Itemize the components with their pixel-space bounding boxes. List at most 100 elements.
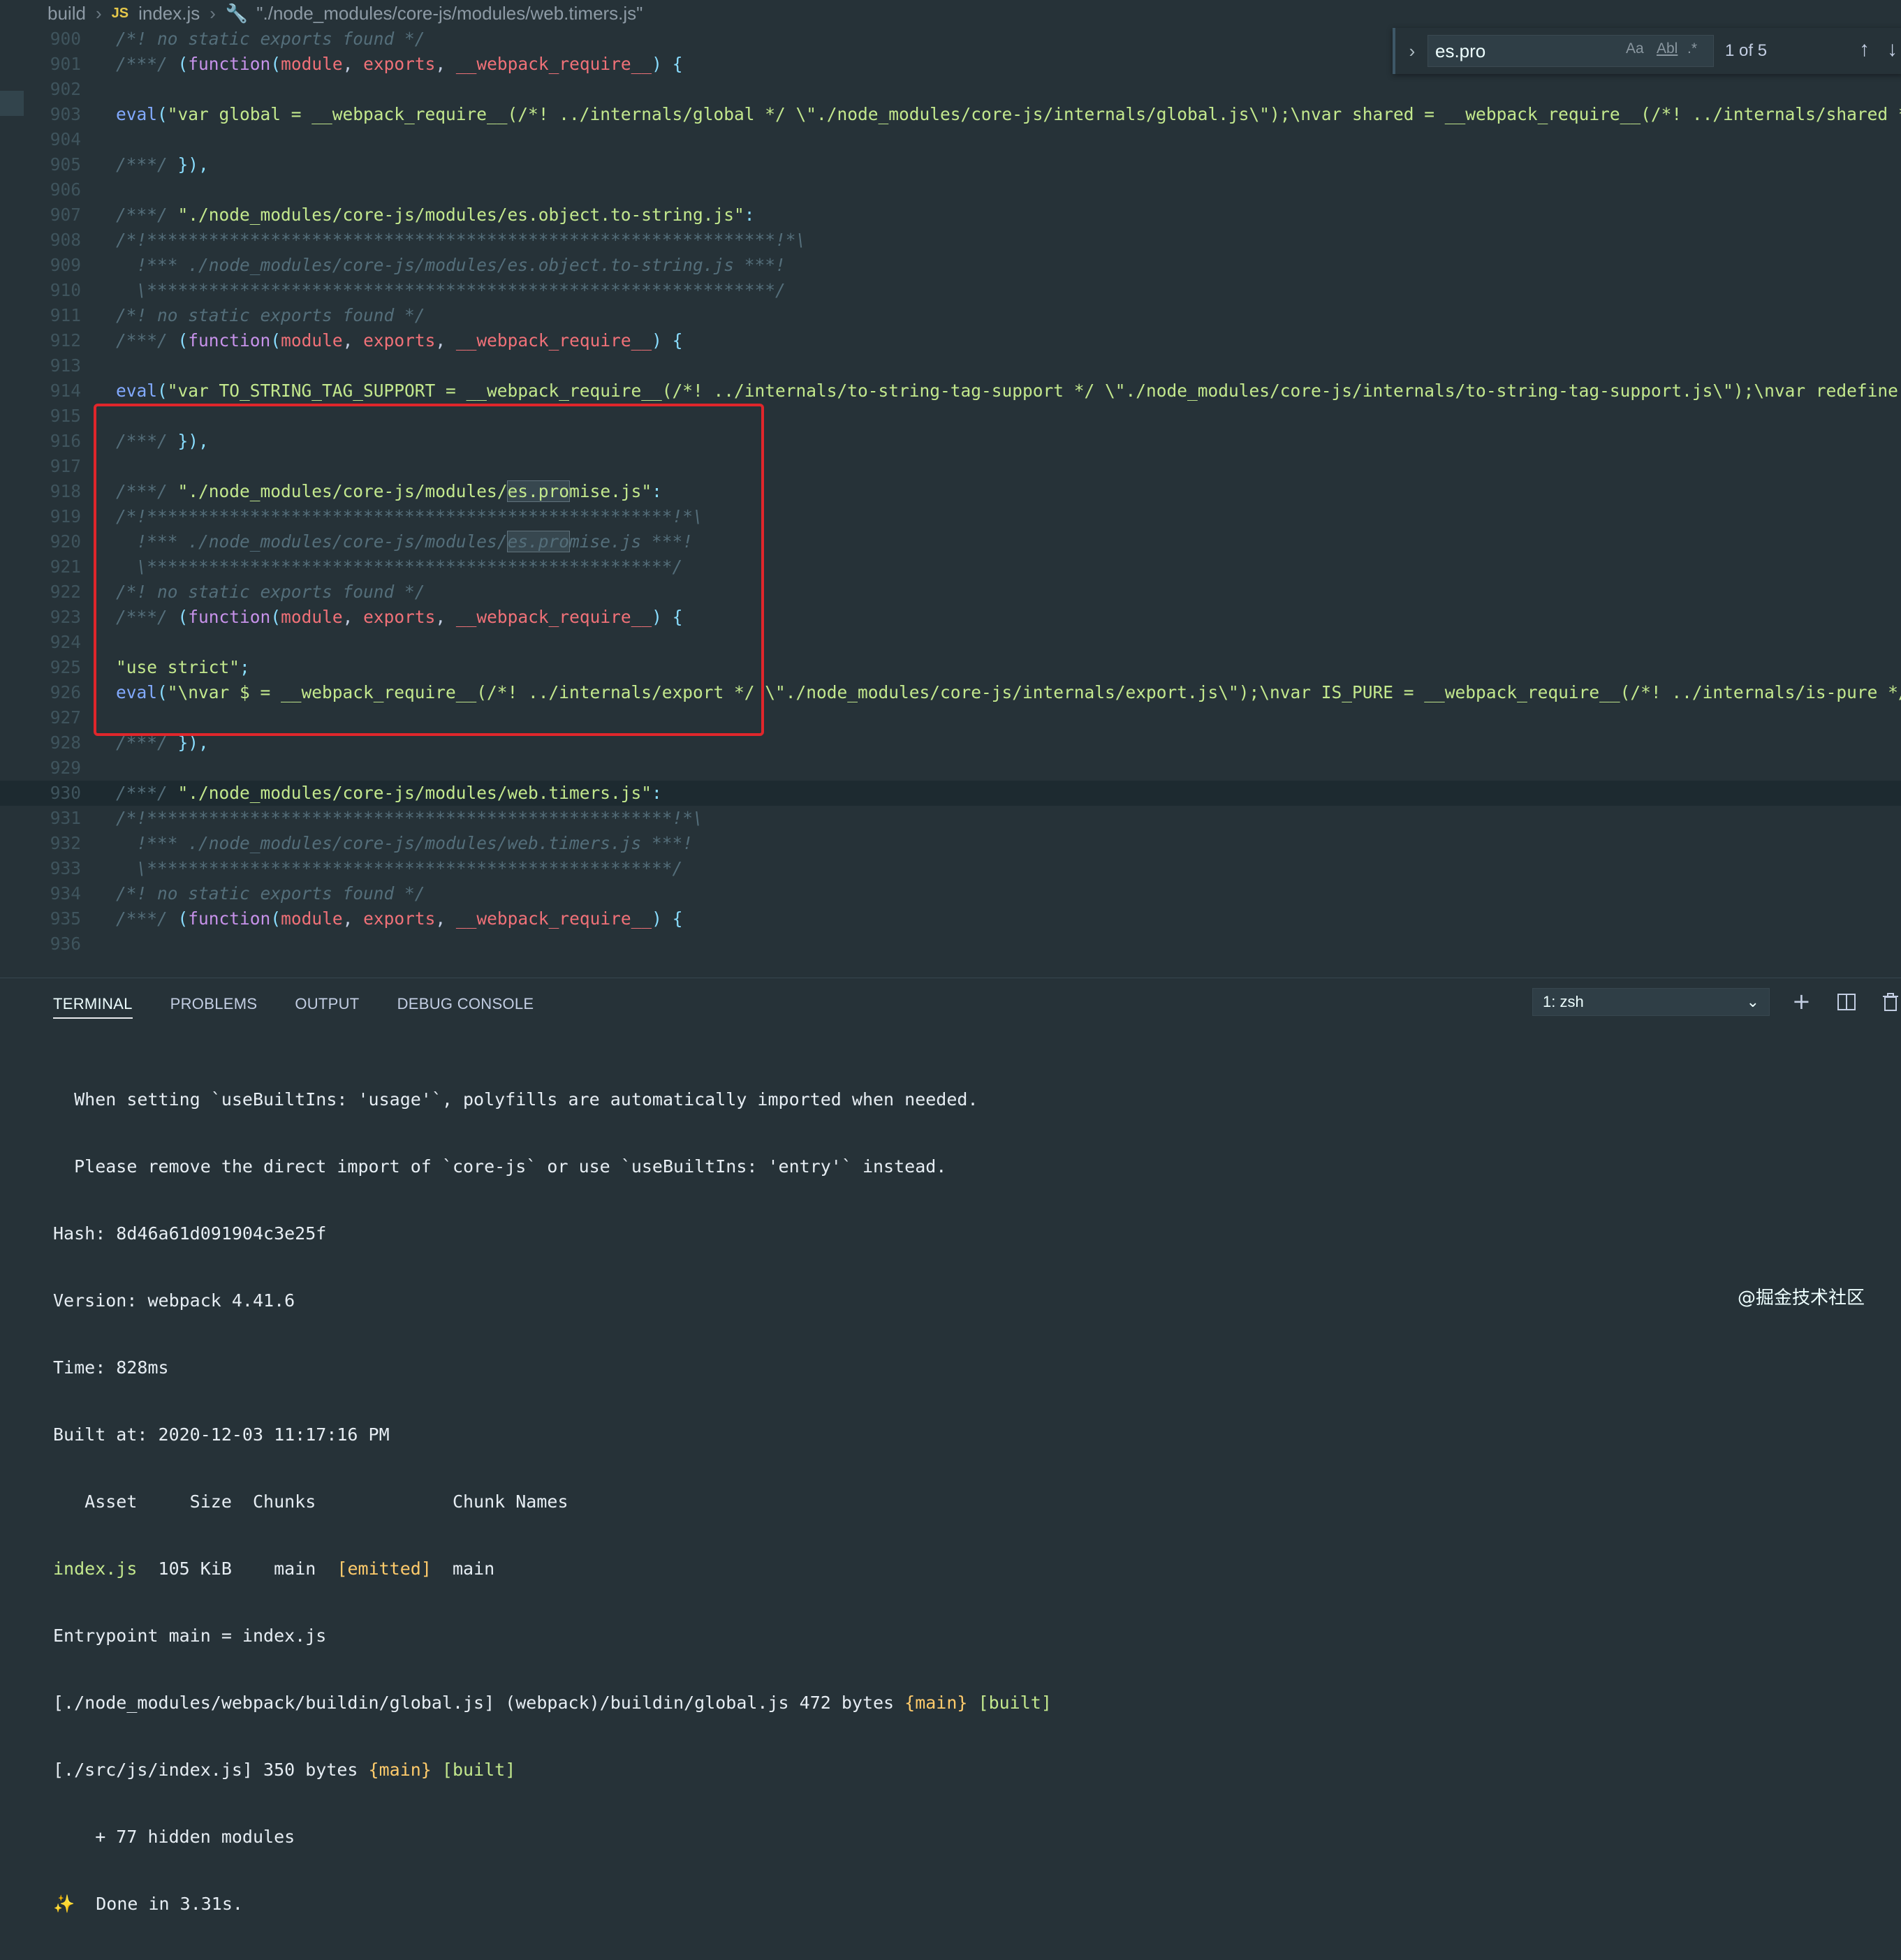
- line-number: 910: [50, 280, 81, 300]
- line-code: /***/ "./node_modules/core-js/modules/es…: [116, 480, 662, 502]
- tab-problems[interactable]: PROBLEMS: [170, 995, 258, 1019]
- split-icon[interactable]: [1837, 991, 1856, 1017]
- code-line[interactable]: 930 /***/ "./node_modules/core-js/modules…: [0, 781, 1901, 806]
- code-line[interactable]: 904: [0, 127, 1901, 152]
- js-file-icon: JS: [111, 5, 129, 21]
- terminal-shell-select[interactable]: 1: zsh ⌄: [1532, 988, 1770, 1016]
- code-line[interactable]: 933 \***********************************…: [0, 856, 1901, 881]
- built-chunk: {main}: [368, 1760, 432, 1780]
- code-line[interactable]: 931 /*!**********************************…: [0, 806, 1901, 831]
- line-code: eval("var TO_STRING_TAG_SUPPORT = __webp…: [116, 381, 1901, 401]
- code-line[interactable]: 915: [0, 404, 1901, 429]
- arrow-up-icon[interactable]: ↑: [1859, 38, 1870, 61]
- line-code: !*** ./node_modules/core-js/modules/web.…: [116, 833, 693, 853]
- code-line[interactable]: 911 /*! no static exports found */: [0, 303, 1901, 328]
- code-line[interactable]: 910 \***********************************…: [0, 278, 1901, 303]
- code-line[interactable]: 929: [0, 756, 1901, 781]
- tab-output[interactable]: OUTPUT: [295, 995, 359, 1019]
- line-code: /***/ }),: [116, 154, 209, 175]
- line-number: 925: [50, 657, 81, 677]
- line-code: /***/ }),: [116, 431, 209, 451]
- code-line[interactable]: 928 /***/ }),: [0, 730, 1901, 756]
- built-line: [./node_modules/webpack/buildin/global.j…: [53, 1692, 1052, 1714]
- terminal-line: Please remove the direct import of `core…: [53, 1156, 947, 1177]
- find-widget: › Aa Abl .* 1 of 5 ↑ ↓: [1393, 28, 1901, 74]
- code-line[interactable]: 926 eval("\nvar $ = __webpack_require__(/…: [0, 680, 1901, 705]
- chevron-right-icon: ›: [95, 2, 102, 24]
- code-line[interactable]: 905 /***/ }),: [0, 152, 1901, 177]
- line-code: eval("\nvar $ = __webpack_require__(/*! …: [116, 682, 1901, 702]
- code-line[interactable]: 902: [0, 77, 1901, 102]
- done-text: Done in 3.31s.: [75, 1894, 243, 1914]
- line-number: 906: [50, 179, 81, 200]
- code-line[interactable]: 920 !*** ./node_modules/core-js/modules/…: [0, 529, 1901, 554]
- code-editor[interactable]: 900 /*! no static exports found */ 901 /***…: [0, 27, 1901, 978]
- terminal-output[interactable]: When setting `useBuiltIns: 'usage'`, pol…: [53, 1044, 1052, 1960]
- code-line[interactable]: 936: [0, 931, 1901, 957]
- terminal-line: Time: 828ms: [53, 1357, 169, 1378]
- code-line[interactable]: 912 /***/ (function(module, exports, __we…: [0, 328, 1901, 353]
- code-line[interactable]: 916 /***/ }),: [0, 429, 1901, 454]
- line-code: /*! no static exports found */: [116, 883, 425, 904]
- terminal-line: Asset Size Chunks Chunk Names: [53, 1491, 568, 1512]
- plus-icon[interactable]: +: [1792, 988, 1811, 1015]
- trash-icon[interactable]: [1881, 991, 1900, 1017]
- panel-tabs: TERMINAL PROBLEMS OUTPUT DEBUG CONSOLE: [53, 995, 571, 1019]
- match-case-toggle[interactable]: Aa: [1626, 40, 1644, 57]
- code-line[interactable]: 925 "use strict";: [0, 655, 1901, 680]
- code-line[interactable]: 914 eval("var TO_STRING_TAG_SUPPORT = __w…: [0, 378, 1901, 404]
- terminal-line: + 77 hidden modules: [53, 1827, 295, 1847]
- tab-debug-console[interactable]: DEBUG CONSOLE: [397, 995, 534, 1019]
- arrow-down-icon[interactable]: ↓: [1887, 38, 1898, 61]
- line-number: 902: [50, 79, 81, 99]
- terminal-line: Entrypoint main = index.js: [53, 1626, 327, 1646]
- watermark: @掘金技术社区: [1738, 1288, 1865, 1309]
- code-line[interactable]: 932 !*** ./node_modules/core-js/modules/…: [0, 831, 1901, 856]
- line-code: /*! no static exports found */: [116, 582, 425, 602]
- chevron-right-icon[interactable]: ›: [1401, 40, 1423, 62]
- code-line[interactable]: 903 eval("var global = __webpack_require_…: [0, 102, 1901, 127]
- code-line[interactable]: 921 \***********************************…: [0, 554, 1901, 580]
- line-number: 929: [50, 758, 81, 778]
- line-number: 917: [50, 456, 81, 476]
- code-line[interactable]: 927: [0, 705, 1901, 730]
- line-code: /***/ "./node_modules/core-js/modules/we…: [116, 783, 662, 803]
- whole-word-toggle[interactable]: Abl: [1657, 40, 1678, 57]
- line-number: 915: [50, 406, 81, 426]
- line-number: 918: [50, 481, 81, 501]
- line-number: 907: [50, 205, 81, 225]
- code-line[interactable]: 906: [0, 177, 1901, 202]
- code-line[interactable]: 908 /*!**********************************…: [0, 228, 1901, 253]
- code-line[interactable]: 923 /***/ (function(module, exports, __we…: [0, 605, 1901, 630]
- code-line[interactable]: 934 /*! no static exports found */: [0, 881, 1901, 906]
- line-number: 924: [50, 632, 81, 652]
- chevron-right-icon: ›: [210, 2, 216, 24]
- code-line[interactable]: 913: [0, 353, 1901, 378]
- code-line[interactable]: 922 /*! no static exports found */: [0, 580, 1901, 605]
- code-line[interactable]: 935 /***/ (function(module, exports, __we…: [0, 906, 1901, 931]
- line-number: 922: [50, 582, 81, 602]
- code-line[interactable]: 918 /***/ "./node_modules/core-js/modules…: [0, 479, 1901, 504]
- line-number: 916: [50, 431, 81, 451]
- breadcrumb: build › JS index.js › 🔧 "./node_modules/…: [0, 0, 1901, 27]
- code-line[interactable]: 917: [0, 454, 1901, 479]
- line-number: 933: [50, 858, 81, 878]
- regex-toggle[interactable]: .*: [1687, 40, 1697, 57]
- line-code: /***/ (function(module, exports, __webpa…: [116, 908, 683, 929]
- wrench-icon: 🔧: [225, 2, 249, 24]
- line-number: 911: [50, 305, 81, 325]
- terminal-line: Hash: 8d46a61d091904c3e25f: [53, 1223, 327, 1244]
- shell-select-value: 1: zsh: [1543, 993, 1584, 1010]
- code-line[interactable]: 924: [0, 630, 1901, 655]
- code-line[interactable]: 909 !*** ./node_modules/core-js/modules/…: [0, 253, 1901, 278]
- breadcrumb-folder[interactable]: build: [47, 3, 86, 24]
- breadcrumb-file[interactable]: index.js: [138, 3, 200, 24]
- code-line[interactable]: 907 /***/ "./node_modules/core-js/modules…: [0, 202, 1901, 228]
- code-line[interactable]: 919 /*!**********************************…: [0, 504, 1901, 529]
- breadcrumb-symbol[interactable]: "./node_modules/core-js/modules/web.time…: [256, 3, 643, 24]
- line-number: 919: [50, 506, 81, 526]
- chevron-down-icon: ⌄: [1746, 993, 1759, 1010]
- line-number: 927: [50, 707, 81, 728]
- tab-terminal[interactable]: TERMINAL: [53, 995, 133, 1019]
- asset-chunks: main: [231, 1559, 316, 1579]
